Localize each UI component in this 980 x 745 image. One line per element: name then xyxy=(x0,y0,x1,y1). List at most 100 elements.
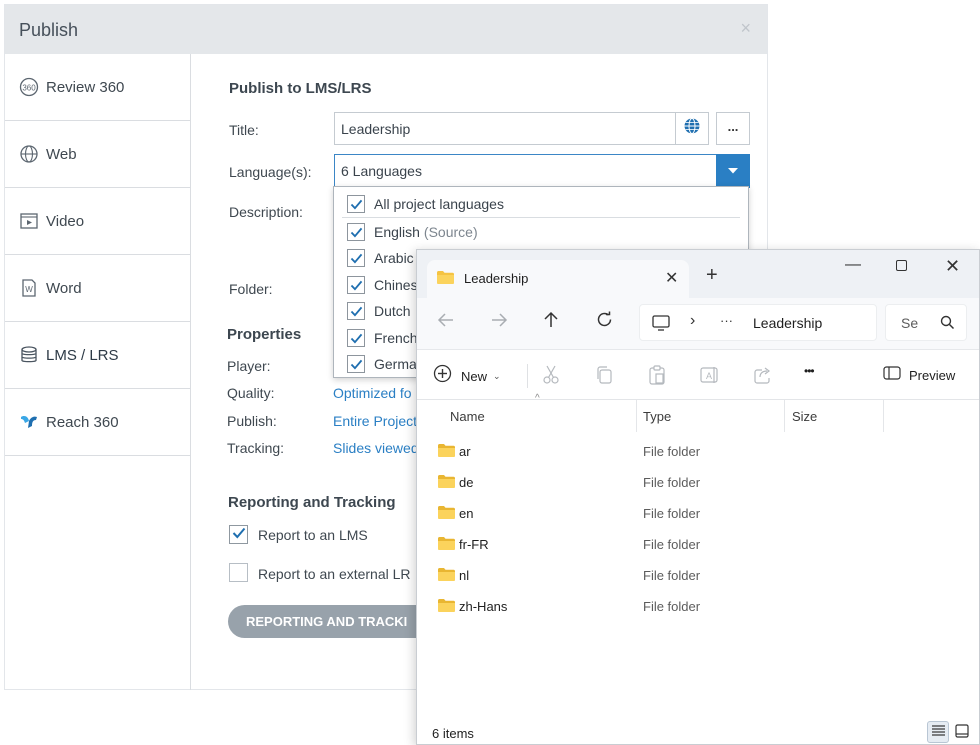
languages-select[interactable]: 6 Languages xyxy=(334,154,750,188)
new-button[interactable]: New ⌄ xyxy=(433,364,523,388)
reporting-tracking-button[interactable]: REPORTING AND TRACKI xyxy=(228,605,448,638)
folder-icon xyxy=(438,568,455,581)
column-header-type[interactable]: Type xyxy=(643,409,671,424)
chevron-down-icon xyxy=(727,162,739,180)
sidebar-item-video[interactable]: Video xyxy=(5,188,191,255)
option-checkbox[interactable] xyxy=(347,223,365,241)
file-name: en xyxy=(459,506,474,521)
file-name: ar xyxy=(459,444,471,459)
languages-dropdown-button[interactable] xyxy=(716,154,750,188)
refresh-icon[interactable] xyxy=(596,311,613,333)
more-options-button[interactable]: ••• xyxy=(804,364,815,378)
tiles-view-icon xyxy=(955,724,969,742)
tab-leadership[interactable]: Leadership ✕ xyxy=(427,260,689,298)
rename-icon[interactable]: A xyxy=(699,364,721,386)
title-more-button[interactable]: ... xyxy=(716,112,750,145)
sidebar-item-label: Video xyxy=(46,212,85,230)
details-view-button[interactable] xyxy=(927,721,949,743)
navigation-bar: › ··· Leadership Se xyxy=(417,298,979,350)
new-tab-button[interactable]: + xyxy=(706,264,718,287)
sidebar-item-label: LMS / LRS xyxy=(46,346,119,364)
table-row[interactable]: en File folder xyxy=(417,498,979,529)
sidebar-item-web[interactable]: Web xyxy=(5,121,191,188)
source-tag: (Source) xyxy=(423,224,478,240)
title-bar: Leadership ✕ + — ✕ xyxy=(417,250,979,298)
command-bar: New ⌄ A ••• Preview xyxy=(417,350,979,400)
column-divider[interactable] xyxy=(636,400,637,432)
sidebar-item-review-360[interactable]: 360 Review 360 xyxy=(5,54,191,121)
option-label: Arabic xyxy=(374,250,414,266)
languages-select-value: 6 Languages xyxy=(341,163,422,179)
table-row[interactable]: fr-FR File folder xyxy=(417,529,979,560)
option-checkbox[interactable] xyxy=(347,355,365,373)
quality-link[interactable]: Optimized fo xyxy=(333,385,412,401)
search-box[interactable]: Se xyxy=(885,304,967,341)
column-divider[interactable] xyxy=(883,400,884,432)
search-icon xyxy=(940,315,955,335)
forward-arrow-icon[interactable] xyxy=(490,312,508,333)
option-label: French xyxy=(374,330,418,346)
address-box[interactable]: › ··· Leadership xyxy=(639,304,877,341)
column-divider[interactable] xyxy=(784,400,785,432)
publish-scope-link[interactable]: Entire Project xyxy=(333,413,417,429)
globe-icon xyxy=(19,144,39,164)
option-checkbox[interactable] xyxy=(347,329,365,347)
copy-icon[interactable] xyxy=(593,364,615,386)
tracking-label: Tracking: xyxy=(227,440,285,456)
tracking-link[interactable]: Slides viewed xyxy=(333,440,419,456)
folder-icon xyxy=(438,599,455,612)
option-checkbox[interactable] xyxy=(347,276,365,294)
quality-label: Quality: xyxy=(227,385,275,401)
review-360-icon: 360 xyxy=(19,77,39,97)
back-arrow-icon[interactable] xyxy=(437,312,455,333)
sidebar-item-reach-360[interactable]: Reach 360 xyxy=(5,389,191,456)
report-lrs-checkbox[interactable] xyxy=(229,563,248,582)
maximize-button[interactable] xyxy=(896,260,907,271)
translate-title-button[interactable] xyxy=(675,112,709,145)
close-window-button[interactable]: ✕ xyxy=(945,256,960,277)
this-pc-icon xyxy=(652,315,670,336)
paste-icon[interactable] xyxy=(646,364,668,386)
share-icon[interactable] xyxy=(752,364,774,386)
svg-text:360: 360 xyxy=(22,84,36,93)
overflow-crumb[interactable]: ··· xyxy=(720,313,733,328)
new-label: New xyxy=(461,368,488,384)
close-tab-icon[interactable]: ✕ xyxy=(665,268,678,288)
table-row[interactable]: ar File folder xyxy=(417,436,979,467)
column-header-name[interactable]: Name xyxy=(450,409,485,424)
table-row[interactable]: de File folder xyxy=(417,467,979,498)
breadcrumb-leadership[interactable]: Leadership xyxy=(753,315,822,331)
language-option-english[interactable]: English (Source) xyxy=(334,219,748,245)
dialog-title: Publish xyxy=(19,20,79,40)
sidebar-item-label: Word xyxy=(46,279,82,297)
preview-label: Preview xyxy=(909,368,956,383)
folder-icon xyxy=(438,537,455,550)
sidebar-item-word[interactable]: W Word xyxy=(5,255,191,322)
up-arrow-icon[interactable] xyxy=(543,311,559,334)
close-button[interactable]: × xyxy=(740,18,751,39)
database-icon xyxy=(19,345,39,365)
title-input[interactable]: Leadership xyxy=(334,112,676,145)
sort-indicator-icon: ^ xyxy=(535,393,540,404)
minimize-button[interactable]: — xyxy=(845,256,861,274)
option-checkbox[interactable] xyxy=(347,302,365,320)
description-label: Description: xyxy=(229,204,303,220)
report-lms-checkbox[interactable] xyxy=(229,525,248,544)
checkmark-icon xyxy=(232,526,246,544)
folder-label: Folder: xyxy=(229,281,273,297)
option-label: Dutch xyxy=(374,303,411,319)
column-header-size[interactable]: Size xyxy=(792,409,817,424)
table-row[interactable]: nl File folder xyxy=(417,560,979,591)
cut-icon[interactable] xyxy=(540,364,562,386)
language-option-all[interactable]: All project languages xyxy=(334,191,748,217)
table-row[interactable]: zh-Hans File folder xyxy=(417,591,979,622)
languages-label: Language(s): xyxy=(229,164,312,180)
sidebar-item-lms-lrs[interactable]: LMS / LRS xyxy=(5,322,191,389)
tiles-view-button[interactable] xyxy=(955,724,969,743)
option-checkbox[interactable] xyxy=(347,195,365,213)
properties-title: Properties xyxy=(227,326,302,343)
preview-pane-button[interactable]: Preview xyxy=(883,366,955,385)
svg-text:W: W xyxy=(25,285,33,294)
option-checkbox[interactable] xyxy=(347,249,365,267)
sidebar-item-label: Review 360 xyxy=(46,78,125,96)
